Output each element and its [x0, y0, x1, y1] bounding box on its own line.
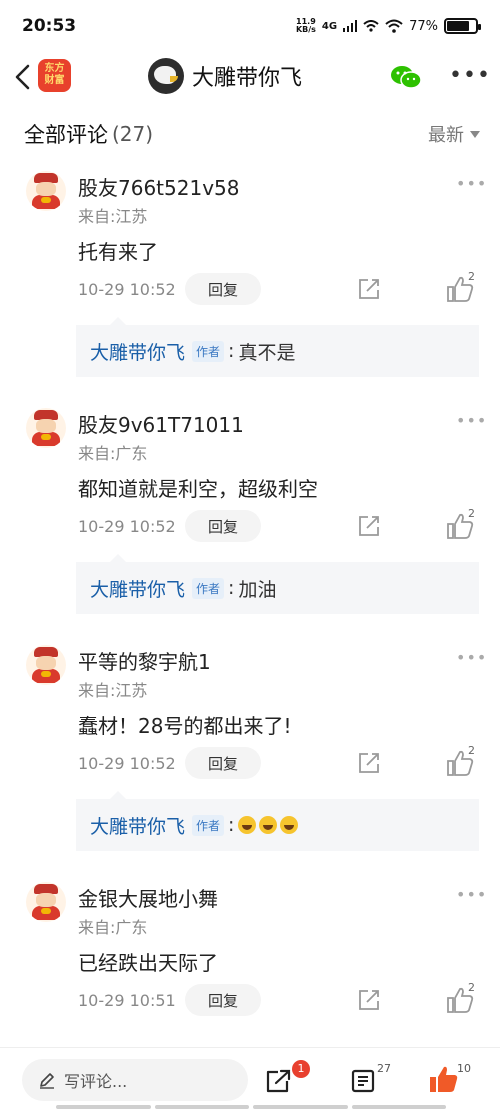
commenter-name[interactable]: 平等的黎宇航1 — [78, 646, 211, 675]
commenter-name[interactable]: 股友766t521v58 — [78, 172, 239, 201]
author-header[interactable]: 大雕带你飞 — [148, 58, 302, 94]
commenter-location: 来自:广东 — [78, 918, 148, 937]
comment-text: 已经跌出天际了 — [78, 951, 218, 975]
author-name[interactable]: 大雕带你飞 — [192, 60, 302, 92]
app-logo[interactable]: 东方 财富 — [38, 59, 71, 92]
author-reply[interactable]: 大雕带你飞 作者: — [76, 791, 479, 851]
comment-time: 10-29 10:51 — [78, 991, 176, 1010]
status-time: 20:53 — [22, 16, 77, 36]
comment-like-count: 2 — [468, 270, 475, 283]
reply-author-name[interactable]: 大雕带你飞 — [90, 575, 185, 602]
signal-label: 4G — [321, 20, 338, 32]
commenter-avatar[interactable] — [26, 408, 66, 448]
app-logo-line1: 东方 — [44, 63, 65, 74]
reply-button[interactable]: 回复 — [185, 510, 261, 542]
wifi-icon-secondary — [363, 20, 379, 32]
reply-button[interactable]: 回复 — [185, 984, 261, 1016]
reply-author-name[interactable]: 大雕带你飞 — [90, 338, 185, 365]
comments-header: 全部评论 (27) 最新 — [24, 116, 480, 152]
share-icon[interactable] — [264, 1068, 292, 1094]
comment-more-button[interactable]: ••• — [456, 174, 487, 193]
reply-colon: : — [228, 814, 235, 836]
battery-percent: 77% — [409, 18, 438, 34]
commenter-name[interactable]: 金银大展地小舞 — [78, 883, 218, 912]
comment-total-count: 27 — [377, 1062, 391, 1075]
reply-colon: : — [228, 577, 235, 599]
home-indicator — [56, 1105, 446, 1109]
share-comment-icon[interactable] — [357, 751, 381, 775]
share-comment-icon[interactable] — [357, 988, 381, 1012]
comment-text: 蠢材！28号的都出来了! — [78, 714, 292, 738]
comment-item: 股友9v61T71011 来自:广东 ••• 都知道就是利空，超级利空 10-29 10… — [0, 397, 500, 634]
share-comment-icon[interactable] — [357, 277, 381, 301]
comment-like-count: 2 — [468, 744, 475, 757]
laughing-crying-emoji-icon — [259, 816, 278, 834]
like-total-count: 10 — [457, 1062, 471, 1075]
comment-list: 股友766t521v58 来自:江苏 ••• 托有来了 10-29 10:52 回复 2 大雕… — [0, 160, 500, 1108]
author-tag: 作者 — [192, 814, 225, 836]
commenter-location: 来自:江苏 — [78, 681, 148, 700]
pencil-icon — [40, 1073, 54, 1089]
commenter-avatar[interactable] — [26, 645, 66, 685]
share-comment-icon[interactable] — [357, 514, 381, 538]
comment-text: 都知道就是利空，超级利空 — [78, 477, 318, 501]
status-bar: 20:53 11.9 KB/s 4G 77% — [0, 0, 500, 52]
share-badge: 1 — [292, 1060, 310, 1078]
commenter-avatar[interactable] — [26, 882, 66, 922]
battery-icon — [444, 18, 481, 34]
caret-down-icon — [470, 130, 480, 138]
comment-more-button[interactable]: ••• — [456, 411, 487, 430]
chevron-left-icon — [15, 64, 30, 90]
reply-button[interactable]: 回复 — [185, 273, 261, 305]
back-button[interactable] — [8, 62, 36, 92]
comment-text: 托有来了 — [78, 240, 158, 264]
comments-count: (27) — [112, 122, 154, 146]
comment-item: 股友766t521v58 来自:江苏 ••• 托有来了 10-29 10:52 回复 2 大雕… — [0, 160, 500, 397]
app-logo-line2: 财富 — [44, 75, 65, 86]
commenter-avatar[interactable] — [26, 171, 66, 211]
commenter-location: 来自:江苏 — [78, 207, 148, 226]
comment-more-button[interactable]: ••• — [456, 885, 487, 904]
laughing-crying-emoji-icon — [280, 816, 299, 834]
bottom-action-bar: 写评论... 1 27 10 — [0, 1047, 500, 1111]
author-reply[interactable]: 大雕带你飞 作者: 真不是 — [76, 317, 479, 377]
reply-button[interactable]: 回复 — [185, 747, 261, 779]
comment-more-button[interactable]: ••• — [456, 648, 487, 667]
comments-title: 全部评论 — [24, 123, 108, 147]
compose-placeholder: 写评论... — [64, 1072, 128, 1091]
more-options-button[interactable]: ••• — [449, 65, 491, 87]
cellular-signal-icon — [343, 20, 358, 32]
comment-like-count: 2 — [468, 507, 475, 520]
author-tag: 作者 — [192, 577, 225, 599]
comment-time: 10-29 10:52 — [78, 280, 176, 299]
reply-text: 真不是 — [238, 341, 296, 364]
network-speed: 11.9 KB/s — [296, 18, 316, 34]
sort-dropdown[interactable]: 最新 — [428, 121, 480, 147]
comment-time: 10-29 10:52 — [78, 754, 176, 773]
thumbs-up-icon[interactable] — [428, 1064, 460, 1094]
wechat-share-icon[interactable] — [390, 64, 422, 90]
comment-time: 10-29 10:52 — [78, 517, 176, 536]
battery-level — [447, 21, 469, 31]
network-speed-unit: KB/s — [295, 25, 316, 34]
author-reply[interactable]: 大雕带你飞 作者: 加油 — [76, 554, 479, 614]
status-indicators: 11.9 KB/s 4G 77% — [296, 18, 481, 34]
comment-like-count: 2 — [468, 981, 475, 994]
wifi-icon — [385, 19, 403, 33]
author-tag: 作者 — [192, 340, 225, 362]
compose-comment-input[interactable]: 写评论... — [22, 1059, 248, 1101]
comment-list-icon[interactable] — [350, 1068, 376, 1094]
reply-colon: : — [228, 340, 235, 362]
commenter-location: 来自:广东 — [78, 444, 148, 463]
commenter-name[interactable]: 股友9v61T71011 — [78, 409, 244, 438]
author-avatar[interactable] — [148, 58, 184, 94]
comment-item: 平等的黎宇航1 来自:江苏 ••• 蠢材！28号的都出来了! 10-29 10:52 回复… — [0, 634, 500, 871]
reply-text: 加油 — [238, 578, 277, 601]
reply-author-name[interactable]: 大雕带你飞 — [90, 812, 185, 839]
laughing-crying-emoji-icon — [238, 816, 257, 834]
sort-label: 最新 — [428, 125, 464, 146]
top-nav-bar: 东方 财富 大雕带你飞 ••• — [0, 52, 500, 102]
